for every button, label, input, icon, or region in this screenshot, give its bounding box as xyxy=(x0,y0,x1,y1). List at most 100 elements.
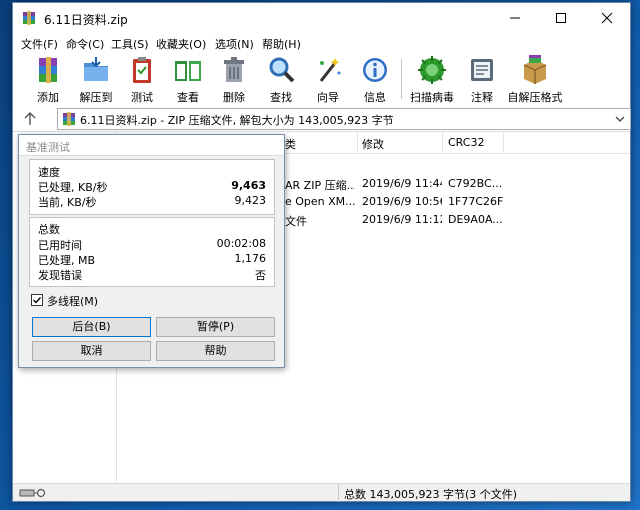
toolbar-test-button[interactable]: 测试 xyxy=(121,55,163,105)
toolbar-wizard-label: 向导 xyxy=(317,91,339,104)
pause-button[interactable]: 暂停(P) xyxy=(156,317,275,337)
maximize-button[interactable] xyxy=(538,3,584,33)
processed-speed-label: 已处理, KB/秒 xyxy=(38,181,108,194)
menu-bar: 文件(F) 命令(C) 工具(S) 收藏夹(O) 选项(N) 帮助(H) xyxy=(13,33,630,53)
column-divider[interactable] xyxy=(357,132,358,154)
toolbar-comment-button[interactable]: 注释 xyxy=(461,55,503,105)
column-divider[interactable] xyxy=(442,132,443,154)
multithread-checkbox[interactable] xyxy=(31,294,43,306)
toolbar-extract-button[interactable]: 解压到 xyxy=(73,55,119,105)
file-crc: C792BC... xyxy=(448,177,503,190)
menu-command[interactable]: 命令(C) xyxy=(66,36,104,52)
drive-icon xyxy=(19,488,46,498)
column-type[interactable]: 类 xyxy=(285,136,296,152)
errors-label: 发现错误 xyxy=(38,269,82,282)
add-archive-icon xyxy=(39,57,57,83)
elapsed-time-label: 已用时间 xyxy=(38,239,82,252)
address-bar: 6.11日资料.zip - ZIP 压缩文件, 解包大小为 143,005,92… xyxy=(13,107,631,131)
toolbar-add-label: 添加 xyxy=(37,91,59,104)
menu-file[interactable]: 文件(F) xyxy=(21,36,58,52)
wizard-wand-icon xyxy=(319,58,341,82)
status-total-text: 总数 143,005,923 字节(3 个文件) xyxy=(344,488,518,501)
chevron-down-icon[interactable] xyxy=(614,112,626,126)
toolbar-virus-scan-button[interactable]: 扫描病毒 xyxy=(407,55,457,105)
file-type: e Open XM... xyxy=(285,195,355,208)
toolbar-view-label: 查看 xyxy=(177,91,199,104)
test-clipboard-icon xyxy=(133,57,151,83)
processed-mb-value: 1,176 xyxy=(234,252,267,265)
total-heading: 总数 xyxy=(38,223,60,236)
up-folder-button[interactable] xyxy=(19,109,41,129)
extract-folder-icon xyxy=(84,57,108,81)
toolbar-info-label: 信息 xyxy=(364,91,386,104)
file-crc: DE9A0A... xyxy=(448,213,503,226)
file-type: 文件 xyxy=(285,215,307,228)
trash-icon xyxy=(224,57,244,82)
toolbar-test-label: 测试 xyxy=(131,91,153,104)
status-bar: 总数 143,005,923 字节(3 个文件) xyxy=(13,483,630,502)
dialog-title-bar: 基准测试 xyxy=(19,135,284,156)
status-divider xyxy=(338,484,339,502)
column-crc32[interactable]: CRC32 xyxy=(448,136,484,149)
minimize-icon xyxy=(510,17,520,19)
toolbar-info-button[interactable]: 信息 xyxy=(354,55,396,105)
close-icon xyxy=(601,12,613,24)
menu-tools[interactable]: 工具(S) xyxy=(111,36,149,52)
toolbar-separator xyxy=(401,59,402,99)
toolbar-view-button[interactable]: 查看 xyxy=(167,55,209,105)
toolbar-find-button[interactable]: 查找 xyxy=(260,55,302,105)
column-modified[interactable]: 修改 xyxy=(362,136,384,152)
info-icon xyxy=(363,58,387,82)
toolbar-delete-button[interactable]: 删除 xyxy=(213,55,255,105)
menu-options[interactable]: 选项(N) xyxy=(215,36,254,52)
errors-value: 否 xyxy=(255,269,266,282)
winrar-app-icon xyxy=(23,11,35,25)
toolbar-sfx-button[interactable]: 自解压格式 xyxy=(507,55,563,105)
title-bar: 6.11日资料.zip xyxy=(13,3,630,33)
file-type: AR ZIP 压缩... xyxy=(285,179,355,192)
speed-heading: 速度 xyxy=(38,166,60,179)
sfx-box-icon xyxy=(523,55,547,84)
view-book-icon xyxy=(175,61,201,81)
total-group: 总数 已用时间 00:02:08 已处理, MB 1,176 发现错误 否 xyxy=(29,217,275,287)
benchmark-dialog: 基准测试 速度 已处理, KB/秒 9,463 当前, KB/秒 9,423 总… xyxy=(18,134,285,368)
elapsed-time-value: 00:02:08 xyxy=(216,237,266,250)
background-button[interactable]: 后台(B) xyxy=(32,317,151,337)
comment-icon xyxy=(471,59,493,81)
speed-group: 速度 已处理, KB/秒 9,463 当前, KB/秒 9,423 xyxy=(29,159,275,215)
address-text: 6.11日资料.zip - ZIP 压缩文件, 解包大小为 143,005,92… xyxy=(80,114,394,127)
processed-speed-value: 9,463 xyxy=(231,179,266,192)
minimize-button[interactable] xyxy=(492,3,538,33)
toolbar-find-label: 查找 xyxy=(270,91,292,104)
file-modified: 2019/6/9 11:12 xyxy=(362,213,442,226)
magnifier-icon xyxy=(269,57,295,83)
file-crc: 1F77C26F xyxy=(448,195,503,208)
maximize-icon xyxy=(556,13,566,23)
multithread-label[interactable]: 多线程(M) xyxy=(47,293,98,309)
close-button[interactable] xyxy=(584,3,630,33)
toolbar-wizard-button[interactable]: 向导 xyxy=(307,55,349,105)
arrow-up-icon xyxy=(24,112,36,125)
column-divider[interactable] xyxy=(503,132,504,154)
current-speed-label: 当前, KB/秒 xyxy=(38,196,97,209)
toolbar-comment-label: 注释 xyxy=(471,91,493,104)
window-title: 6.11日资料.zip xyxy=(44,13,128,27)
virus-scan-icon xyxy=(418,56,446,84)
toolbar-sfx-label: 自解压格式 xyxy=(507,91,563,104)
menu-favorites[interactable]: 收藏夹(O) xyxy=(156,36,206,52)
processed-mb-label: 已处理, MB xyxy=(38,254,96,267)
toolbar-virus-scan-label: 扫描病毒 xyxy=(410,91,454,104)
archive-icon xyxy=(63,112,75,126)
current-speed-value: 9,423 xyxy=(234,194,267,207)
cancel-button[interactable]: 取消 xyxy=(32,341,151,361)
dialog-title: 基准测试 xyxy=(26,141,70,154)
toolbar: 添加 解压到 测试 查看 删除 查找 向导 信息 扫描病毒 注释 自解压格式 xyxy=(13,53,630,107)
toolbar-extract-label: 解压到 xyxy=(79,91,113,104)
help-button[interactable]: 帮助 xyxy=(156,341,275,361)
menu-help[interactable]: 帮助(H) xyxy=(262,36,301,52)
checkmark-icon xyxy=(33,297,42,304)
toolbar-delete-label: 删除 xyxy=(223,91,245,104)
toolbar-add-button[interactable]: 添加 xyxy=(27,55,69,105)
file-modified: 2019/6/9 11:44 xyxy=(362,177,442,190)
address-field[interactable]: 6.11日资料.zip - ZIP 压缩文件, 解包大小为 143,005,92… xyxy=(57,108,631,130)
